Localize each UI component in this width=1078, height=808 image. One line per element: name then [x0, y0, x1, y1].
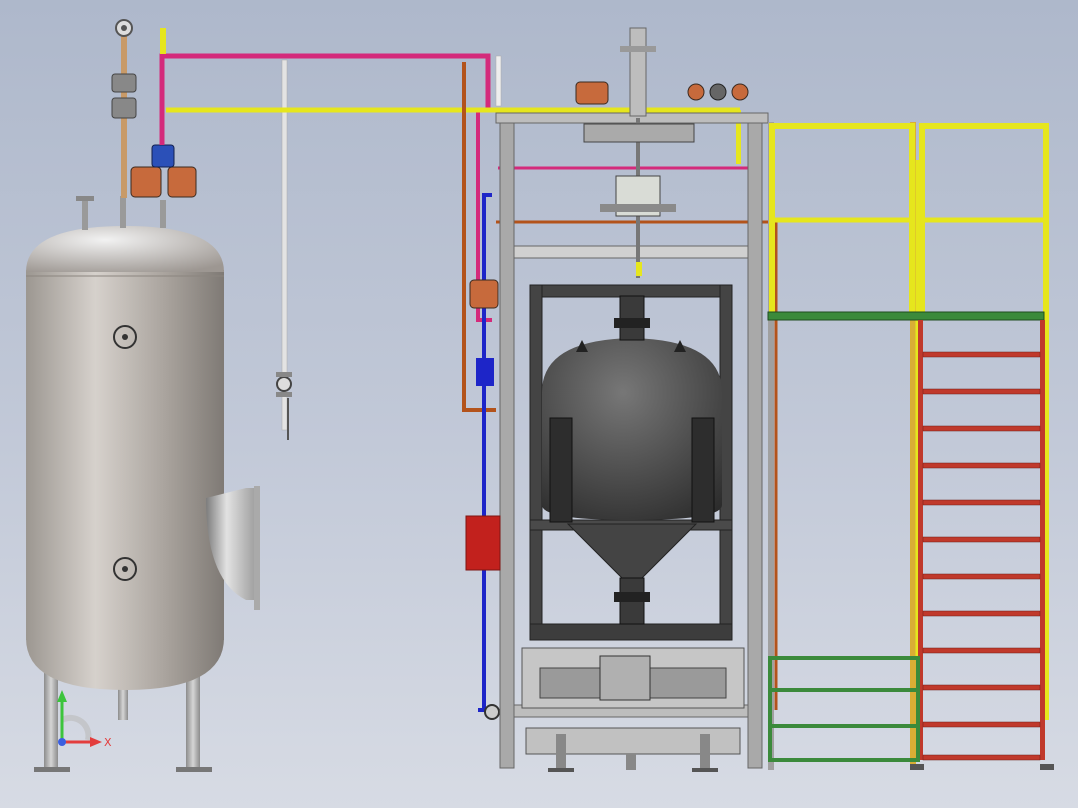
pipe-magenta	[159, 53, 491, 145]
actuator-icon	[167, 166, 197, 198]
tank-foot	[176, 767, 212, 772]
ladder-rungs	[922, 351, 1041, 761]
vessel-cone	[566, 523, 698, 579]
platform-stair[interactable]	[767, 122, 1054, 770]
handrail	[769, 123, 915, 320]
actuator-icon	[130, 166, 162, 198]
tank-top-dome	[26, 226, 224, 272]
platform-deck	[767, 311, 1045, 321]
valve-icon	[614, 592, 650, 602]
handrail	[919, 123, 1049, 720]
valve-icon	[687, 83, 705, 101]
ibc-vessel[interactable]	[529, 284, 733, 641]
x-axis-label: X	[104, 736, 112, 749]
storage-tank[interactable]	[26, 19, 260, 772]
tank-foot	[34, 767, 70, 772]
valve-icon	[709, 83, 727, 101]
valve-icon	[111, 73, 137, 93]
valve-body-icon	[151, 144, 175, 168]
dip-pipe	[276, 59, 292, 440]
valve-icon	[614, 318, 650, 328]
cad-viewport[interactable]: X	[0, 0, 1078, 808]
actuator-icon	[469, 279, 499, 309]
valve-icon	[731, 83, 749, 101]
z-axis-icon	[58, 738, 66, 746]
actuator-icon	[575, 81, 609, 105]
pipe-blue	[478, 193, 492, 712]
valve-icon	[276, 376, 292, 392]
coordinate-triad: X	[57, 690, 112, 749]
control-box	[465, 515, 501, 571]
valve-icon	[111, 97, 137, 119]
